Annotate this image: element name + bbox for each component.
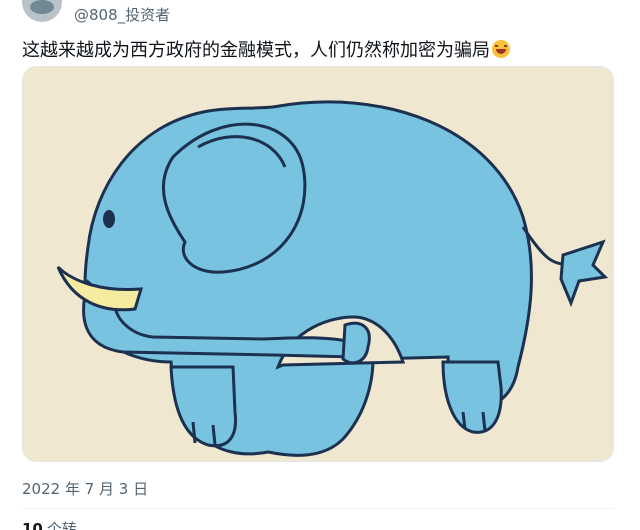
tweet-media-image[interactable] xyxy=(22,66,614,462)
retweet-label: 个转 xyxy=(46,520,77,530)
laughing-emoji-icon xyxy=(492,40,510,58)
author-handle[interactable]: @808_投资者 xyxy=(74,4,170,25)
divider xyxy=(22,508,614,509)
tweet-body: 这越来越成为西方政府的金融模式，人们仍然称加密为骗局 xyxy=(22,40,490,61)
tweet-card: @808_投资者 这越来越成为西方政府的金融模式，人们仍然称加密为骗局 2022… xyxy=(0,0,640,530)
tweet-text: 这越来越成为西方政府的金融模式，人们仍然称加密为骗局 xyxy=(22,38,510,64)
retweet-count: 10 xyxy=(22,520,43,530)
avatar[interactable] xyxy=(22,0,62,22)
retweet-stats[interactable]: 10 个转 xyxy=(22,518,77,530)
blue-elephant-illustration xyxy=(23,67,613,461)
tweet-timestamp[interactable]: 2022 年 7 月 3 日 xyxy=(22,478,148,499)
